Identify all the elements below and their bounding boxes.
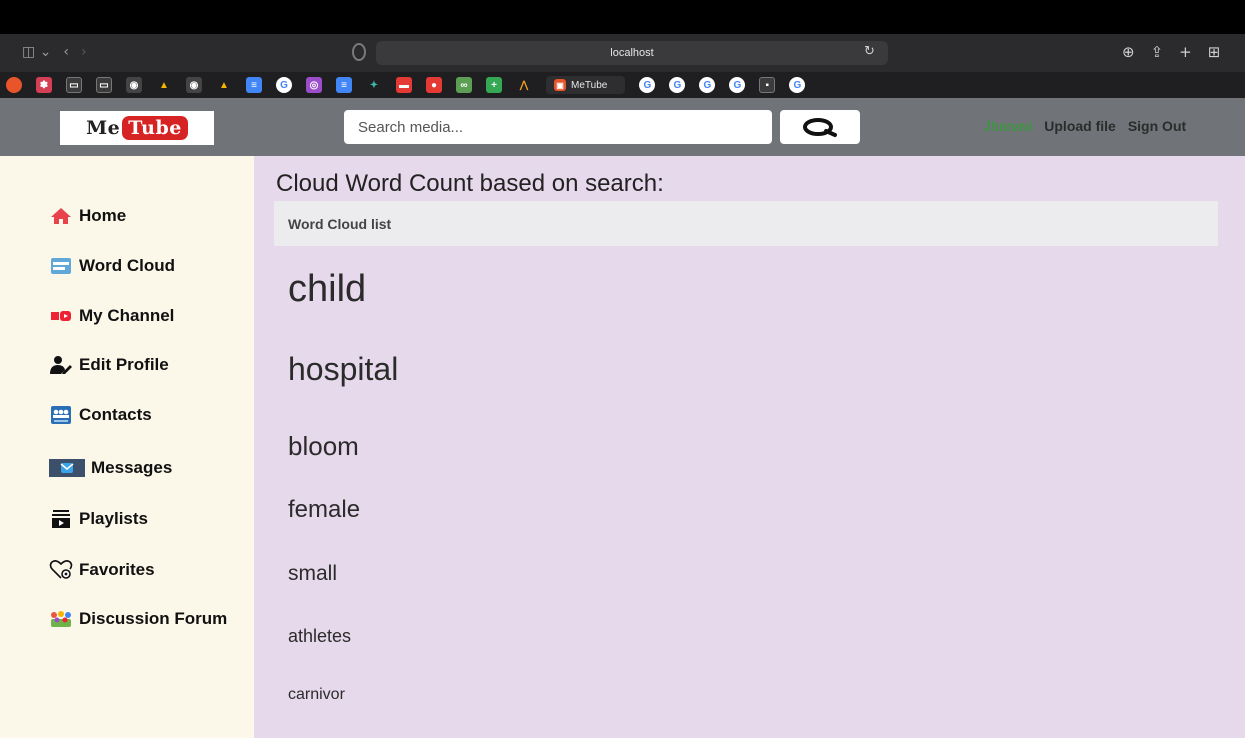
top-bezel: [0, 0, 1245, 34]
browser-actions: ⊕ ⇪ + ⊞: [1122, 43, 1220, 61]
drive-icon[interactable]: ▲: [156, 77, 172, 93]
word-cloud-word[interactable]: hospital: [288, 351, 398, 388]
favorites-icon: [48, 560, 74, 580]
sidebar-item-label: Playlists: [79, 509, 148, 528]
page-title: Cloud Word Count based on search:: [276, 170, 664, 197]
playlist-icon: [48, 509, 74, 529]
privacy-shield-icon[interactable]: [352, 43, 366, 61]
word-cloud-word[interactable]: bloom: [288, 431, 359, 462]
sidebar-item-label: Home: [79, 206, 127, 225]
sidebar-item-edit-profile[interactable]: Edit Profile: [48, 355, 169, 375]
drive-icon[interactable]: ▲: [216, 77, 232, 93]
word-cloud-icon: [48, 256, 74, 276]
github-icon[interactable]: ◉: [126, 77, 142, 93]
tab-favicon-icon[interactable]: ▭: [66, 77, 82, 93]
user-name-link[interactable]: Jhanavi: [984, 118, 1032, 134]
tab-favicon-icon[interactable]: ▭: [96, 77, 112, 93]
tab-favicon-icon[interactable]: ●: [426, 77, 442, 93]
google-icon[interactable]: G: [699, 77, 716, 93]
google-icon[interactable]: G: [789, 77, 806, 93]
tab-bar: ✽ ▭ ▭ ◉ ▲ ◉ ▲ ≡ G ◎ ≡ ✦ ▬ ● ∞ + ⋀ ▣ MeTu…: [0, 72, 1245, 98]
youtube-icon: [48, 306, 74, 326]
tab-favicon-icon[interactable]: ✦: [366, 77, 382, 93]
tab-favicon-icon[interactable]: ∞: [456, 77, 472, 93]
search-button[interactable]: [780, 110, 860, 144]
sidebar-item-label: Edit Profile: [79, 355, 169, 374]
sidebar-item-label: Discussion Forum: [79, 609, 228, 628]
sign-out-link[interactable]: Sign Out: [1128, 118, 1186, 134]
tab-favicon-icon[interactable]: ▪: [759, 77, 776, 93]
docs-icon[interactable]: ≡: [336, 77, 352, 93]
word-cloud-word[interactable]: athletes: [288, 626, 351, 647]
logo-text-me: Me: [86, 117, 121, 139]
tab-metube-label: MeTube: [571, 79, 608, 91]
app-header: Me Tube Jhanavi Upload file Sign Out: [0, 98, 1245, 156]
word-cloud-word[interactable]: small: [288, 562, 337, 586]
search-icon: [803, 118, 837, 137]
download-icon[interactable]: ⊕: [1122, 43, 1135, 61]
back-icon[interactable]: ‹: [63, 44, 69, 60]
sidebar-item-contacts[interactable]: Contacts: [48, 405, 152, 425]
docs-icon[interactable]: ≡: [246, 77, 262, 93]
home-icon: [48, 206, 74, 226]
address-text: localhost: [610, 47, 654, 59]
search-input[interactable]: [344, 110, 772, 144]
word-cloud-word[interactable]: carnivor: [288, 686, 345, 704]
tab-overview-icon[interactable]: ⊞: [1208, 43, 1221, 61]
header-links: Jhanavi Upload file Sign Out: [984, 118, 1186, 134]
sidebar-toggle-icon[interactable]: ◫ ⌄: [22, 44, 51, 60]
new-tab-icon[interactable]: +: [1179, 43, 1192, 61]
sidebar-item-label: Word Cloud: [79, 256, 175, 275]
sheets-icon[interactable]: +: [486, 77, 502, 93]
tab-favicon-icon[interactable]: [6, 77, 22, 93]
address-bar[interactable]: localhost: [376, 41, 888, 65]
reload-icon[interactable]: ↻: [864, 44, 875, 59]
browser-nav-controls: ◫ ⌄ ‹ ›: [22, 44, 87, 60]
sidebar-item-label: Favorites: [79, 560, 155, 579]
forward-icon[interactable]: ›: [81, 44, 87, 60]
google-icon[interactable]: G: [669, 77, 686, 93]
edit-profile-icon: [48, 355, 74, 375]
messages-icon: [48, 458, 86, 478]
word-cloud-list-header: Word Cloud list: [274, 201, 1218, 246]
main-content: Cloud Word Count based on search: Word C…: [254, 156, 1245, 738]
logo-text-tube: Tube: [122, 116, 188, 140]
sidebar-item-label: Contacts: [79, 405, 152, 424]
tab-favicon-icon[interactable]: ▬: [396, 77, 412, 93]
metube-logo[interactable]: Me Tube: [60, 111, 214, 145]
word-cloud-word[interactable]: female: [288, 496, 360, 524]
google-icon[interactable]: G: [729, 77, 746, 93]
contacts-icon: [48, 405, 74, 425]
tab-favicon-icon[interactable]: ⋀: [516, 77, 532, 93]
sidebar-item-label: My Channel: [79, 306, 175, 325]
browser-toolbar: ◫ ⌄ ‹ › localhost ↻ ⊕ ⇪ + ⊞: [0, 34, 1245, 72]
tab-metube[interactable]: ▣ MeTube: [546, 76, 626, 94]
google-icon[interactable]: G: [639, 77, 656, 93]
sidebar-item-favorites[interactable]: Favorites: [48, 560, 155, 580]
sidebar-item-word-cloud[interactable]: Word Cloud: [48, 256, 175, 276]
github-icon[interactable]: ◉: [186, 77, 202, 93]
sidebar-item-home[interactable]: Home: [48, 206, 126, 226]
sidebar-item-playlists[interactable]: Playlists: [48, 509, 148, 529]
sidebar: Home Word Cloud My Channel Edit Profile …: [0, 156, 254, 738]
sidebar-item-discussion-forum[interactable]: Discussion Forum: [48, 609, 227, 629]
sidebar-item-label: Messages: [91, 458, 173, 477]
forum-icon: [48, 609, 74, 629]
share-icon[interactable]: ⇪: [1151, 43, 1164, 61]
metube-favicon-icon: ▣: [554, 79, 566, 91]
screen: ◫ ⌄ ‹ › localhost ↻ ⊕ ⇪ + ⊞ ✽ ▭ ▭ ◉ ▲ ◉ …: [0, 0, 1245, 738]
sidebar-item-my-channel[interactable]: My Channel: [48, 306, 174, 326]
google-icon[interactable]: G: [276, 77, 292, 93]
word-cloud-word[interactable]: child: [288, 268, 366, 311]
tab-favicon-icon[interactable]: ✽: [36, 77, 52, 93]
sidebar-item-messages[interactable]: Messages: [48, 458, 172, 478]
upload-file-link[interactable]: Upload file: [1044, 118, 1116, 134]
tab-favicon-icon[interactable]: ◎: [306, 77, 322, 93]
